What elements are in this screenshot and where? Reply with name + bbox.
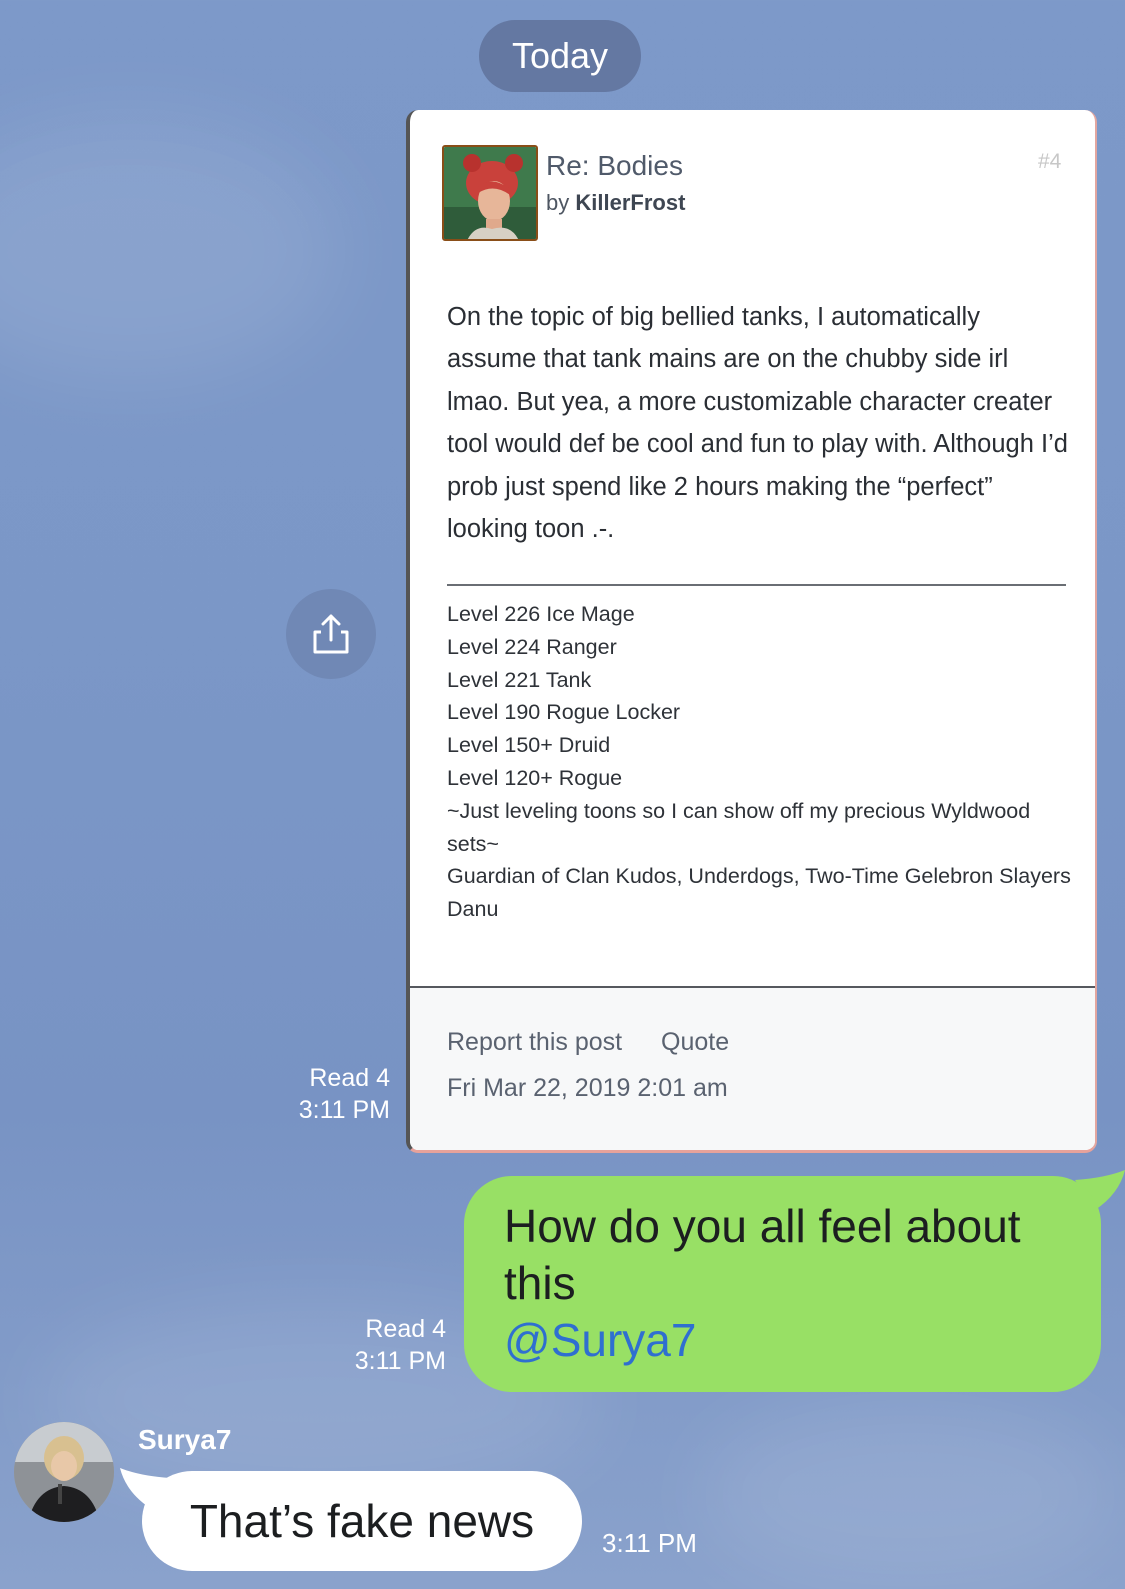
outgoing-message-bubble[interactable]: How do you all feel about this @Surya7 — [464, 1176, 1101, 1392]
signature-line: Level 190 Rogue Locker — [447, 700, 681, 725]
post-author[interactable]: KillerFrost — [575, 190, 685, 215]
signature-line: Level 150+ Druid — [447, 733, 611, 758]
post-number[interactable]: #4 — [1038, 150, 1061, 174]
read-count: Read 4 — [309, 1064, 390, 1092]
message-time: 3:11 PM — [602, 1528, 697, 1558]
signature-divider — [447, 584, 1066, 586]
signature-line: Level 221 Tank — [447, 667, 592, 692]
signature-line: Level 224 Ranger — [447, 634, 617, 659]
outgoing-read-receipt: Read 4 3:11 PM — [326, 1313, 446, 1377]
sender-avatar[interactable] — [14, 1422, 114, 1522]
incoming-message-bubble[interactable]: That’s fake news — [142, 1471, 582, 1571]
outgoing-message-text: How do you all feel about this — [504, 1200, 1021, 1309]
read-count: Read 4 — [365, 1315, 446, 1343]
byline-prefix: by — [546, 190, 570, 215]
shared-post-card[interactable]: Re: Bodies by KillerFrost #4 On the topi… — [406, 110, 1097, 1153]
report-post-link[interactable]: Report this post — [447, 1028, 622, 1056]
post-byline: by KillerFrost — [546, 190, 685, 216]
message-time: 3:11 PM — [354, 1347, 446, 1375]
message-time: 3:11 PM — [298, 1096, 390, 1124]
share-button[interactable] — [286, 589, 376, 679]
post-title[interactable]: Re: Bodies — [546, 150, 683, 182]
post-signature: Level 226 Ice Mage Level 224 Ranger Leve… — [447, 598, 1072, 926]
post-author-avatar — [442, 145, 538, 241]
incoming-message-text: That’s fake news — [189, 1495, 535, 1547]
date-separator: Today — [479, 20, 641, 92]
post-body: On the topic of big bellied tanks, I aut… — [447, 303, 1068, 544]
signature-line: Danu — [447, 897, 499, 922]
card-read-receipt: Read 4 3:11 PM — [270, 1062, 390, 1126]
share-icon — [313, 614, 349, 654]
quote-link[interactable]: Quote — [661, 1028, 729, 1056]
mention-link[interactable]: @Surya7 — [504, 1312, 1061, 1369]
signature-line: Level 120+ Rogue — [447, 765, 623, 790]
signature-line: Guardian of Clan Kudos, Underdogs, Two-T… — [447, 864, 1071, 889]
signature-line: Level 226 Ice Mage — [447, 602, 635, 626]
sender-name[interactable]: Surya7 — [138, 1424, 231, 1456]
signature-line: ~Just leveling toons so I can show off m… — [447, 798, 1031, 856]
post-footer: Report this post Quote Fri Mar 22, 2019 … — [410, 986, 1095, 1150]
post-date: Fri Mar 22, 2019 2:01 am — [447, 1074, 728, 1102]
